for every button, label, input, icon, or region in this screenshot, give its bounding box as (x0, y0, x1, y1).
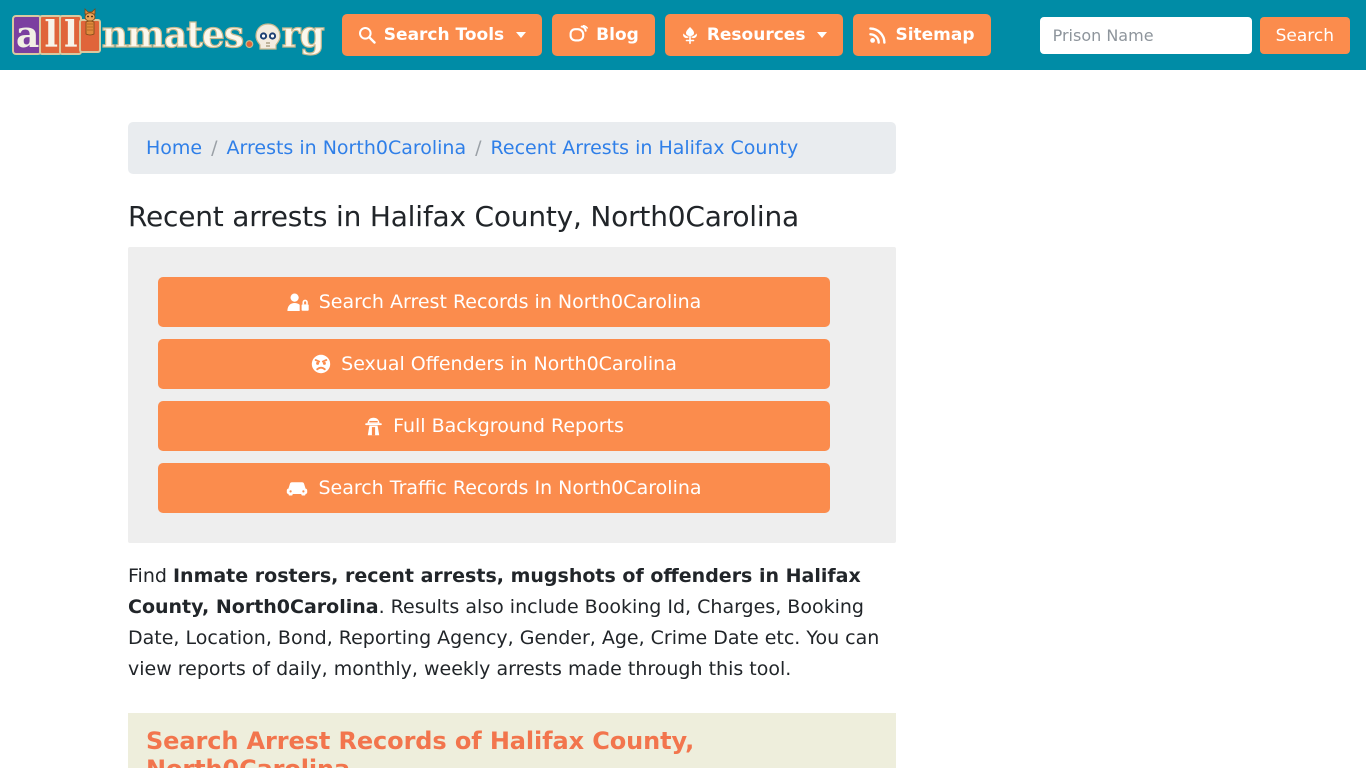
nav-resources-label: Resources (706, 25, 806, 45)
logo-text-rg: rg (281, 14, 325, 56)
content-container: Home / Arrests in North0Carolina / Recen… (128, 70, 896, 768)
logo-text-nmates: nmates (101, 14, 245, 56)
action-buttons-panel: Search Arrest Records in North0Carolina … (128, 247, 896, 543)
breadcrumb-item-state[interactable]: Arrests in North0Carolina (227, 137, 467, 159)
logo-letter-i (78, 8, 101, 53)
search-icon (358, 26, 376, 44)
lead-prefix: Find (128, 565, 173, 587)
blogger-icon (568, 25, 589, 45)
nav-search-tools-label: Search Tools (383, 25, 505, 45)
full-background-reports-button[interactable]: Full Background Reports (158, 401, 830, 451)
search-records-section: Search Arrest Records of Halifax County,… (128, 713, 896, 768)
page-title: Recent arrests in Halifax County, North0… (128, 200, 799, 233)
search-submit-button[interactable]: Search (1259, 17, 1350, 54)
rss-icon (869, 26, 887, 44)
frowning-face-icon (311, 354, 331, 374)
search-arrest-records-button[interactable]: Search Arrest Records in North0Carolina (158, 277, 830, 327)
section-heading: Search Arrest Records of Halifax County,… (146, 727, 695, 768)
nav-blog-label: Blog (596, 25, 639, 45)
site-header: a l l nmates. rg Search Tools Blog Resources… (0, 0, 1366, 70)
logo-dot: . (243, 14, 257, 56)
nav-blog-button[interactable]: Blog (552, 14, 655, 56)
cat-icon (84, 8, 96, 36)
search-input[interactable] (1039, 17, 1252, 54)
sexual-offenders-label: Sexual Offenders in North0Carolina (341, 353, 677, 375)
breadcrumb-item-home[interactable]: Home (146, 137, 202, 159)
skull-icon (255, 23, 281, 50)
logo-wordmark: a l l nmates. rg (12, 8, 325, 56)
user-secret-icon (364, 417, 383, 436)
user-lock-icon (287, 293, 309, 312)
page-body: Home / Arrests in North0Carolina / Recen… (0, 70, 1366, 768)
nav-sitemap-button[interactable]: Sitemap (853, 14, 991, 56)
leaf-icon (681, 26, 699, 45)
full-background-reports-label: Full Background Reports (393, 415, 624, 437)
breadcrumb-item-county[interactable]: Recent Arrests in Halifax County (491, 137, 799, 159)
header-search-form: Search (1039, 17, 1350, 54)
breadcrumb: Home / Arrests in North0Carolina / Recen… (128, 122, 896, 174)
search-traffic-records-label: Search Traffic Records In North0Carolina (318, 477, 702, 499)
lead-paragraph: Find Inmate rosters, recent arrests, mug… (128, 561, 896, 685)
nav-sitemap-label: Sitemap (895, 25, 975, 45)
chevron-down-icon (817, 32, 828, 38)
search-traffic-records-button[interactable]: Search Traffic Records In North0Carolina (158, 463, 830, 513)
sexual-offenders-button[interactable]: Sexual Offenders in North0Carolina (158, 339, 830, 389)
breadcrumb-separator: / (475, 137, 482, 159)
breadcrumb-separator: / (211, 137, 218, 159)
nav-resources-button[interactable]: Resources (664, 14, 844, 56)
nav-search-tools-button[interactable]: Search Tools (341, 14, 543, 56)
site-logo[interactable]: a l l nmates. rg (12, 8, 325, 58)
logo-letter-a: a (12, 15, 43, 55)
car-icon (286, 480, 308, 496)
chevron-down-icon (516, 32, 527, 38)
search-arrest-records-label: Search Arrest Records in North0Carolina (318, 291, 702, 313)
